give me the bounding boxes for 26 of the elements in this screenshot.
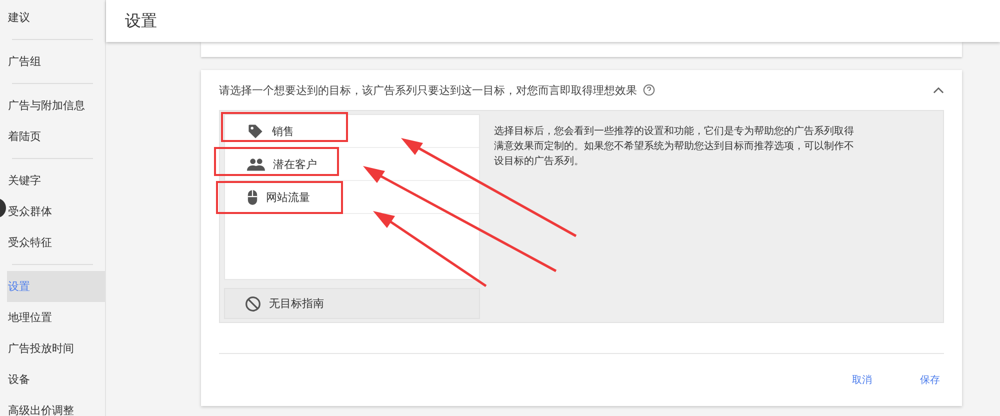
sidebar-item[interactable]: 着陆页	[7, 121, 105, 152]
goal-description: 选择目标后，您会看到一些推荐的设置和功能，它们是专为帮助您的广告系列取得满意效果而定制的。如果您不希望系统为帮助您达到目标而推荐选项，可以制作不设目标的广告系列。	[494, 124, 855, 169]
goal-option[interactable]: 潜在客户	[239, 152, 325, 176]
page-title: 设置	[125, 10, 157, 32]
collapse-icon[interactable]	[933, 86, 944, 94]
sidebar-item[interactable]: 关键字	[7, 165, 105, 196]
mouse-icon	[247, 188, 258, 206]
sidebar-item[interactable]: 地理位置	[7, 302, 105, 333]
people-icon	[247, 158, 265, 170]
sidebar-item[interactable]: 设备	[7, 364, 105, 395]
goal-question: 请选择一个想要达到的目标，该广告系列只要达到这一目标，对您而言即取得理想效果	[219, 82, 637, 98]
goal-option[interactable]: 销售	[239, 119, 302, 143]
sidebar-item[interactable]: 广告组	[7, 46, 105, 77]
prohibited-icon	[245, 296, 261, 312]
goal-option[interactable]: 网站流量	[239, 185, 318, 209]
sidebar-item[interactable]: 高级出价调整	[7, 395, 105, 416]
tag-icon	[247, 122, 264, 140]
sidebar-item[interactable]: 广告投放时间	[7, 333, 105, 364]
sidebar-item[interactable]: 建议	[7, 2, 105, 33]
sidebar-item[interactable]: 受众群体	[7, 196, 105, 227]
cancel-button[interactable]: 取消	[848, 371, 876, 389]
save-button[interactable]: 保存	[916, 371, 944, 389]
sidebar-item[interactable]: 广告与附加信息	[7, 90, 105, 121]
no-goal-option[interactable]: 无目标指南	[224, 288, 480, 319]
sidebar-item[interactable]: 受众特征	[7, 227, 105, 258]
help-icon[interactable]	[643, 84, 655, 96]
